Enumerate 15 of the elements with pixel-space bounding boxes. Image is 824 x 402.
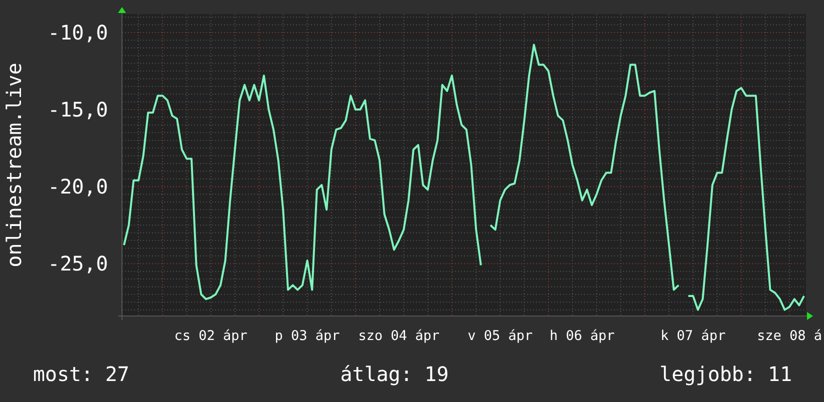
y-tick-label: -10,0 [48,20,108,44]
stat-label: legjobb: 11 [660,362,792,386]
x-tick-label: szo 04 ápr [358,328,440,344]
stat-label: átlag: 19 [340,362,449,386]
y-tick-label: -15,0 [48,98,108,122]
y-tick-label: -25,0 [48,252,108,276]
x-tick-label: v 05 ápr [468,328,533,344]
x-tick-label: sze 08 á [757,328,822,344]
stat-label: most: 27 [33,362,130,386]
y-tick-label: -20,0 [48,174,108,199]
x-tick-label: p 03 ápr [274,328,340,344]
y-axis-title: onlinestream.live [2,62,26,268]
x-tick-label: k 07 ápr [660,328,726,344]
x-tick-label: h 06 ápr [550,328,615,344]
x-tick-label: cs 02 ápr [174,328,248,344]
